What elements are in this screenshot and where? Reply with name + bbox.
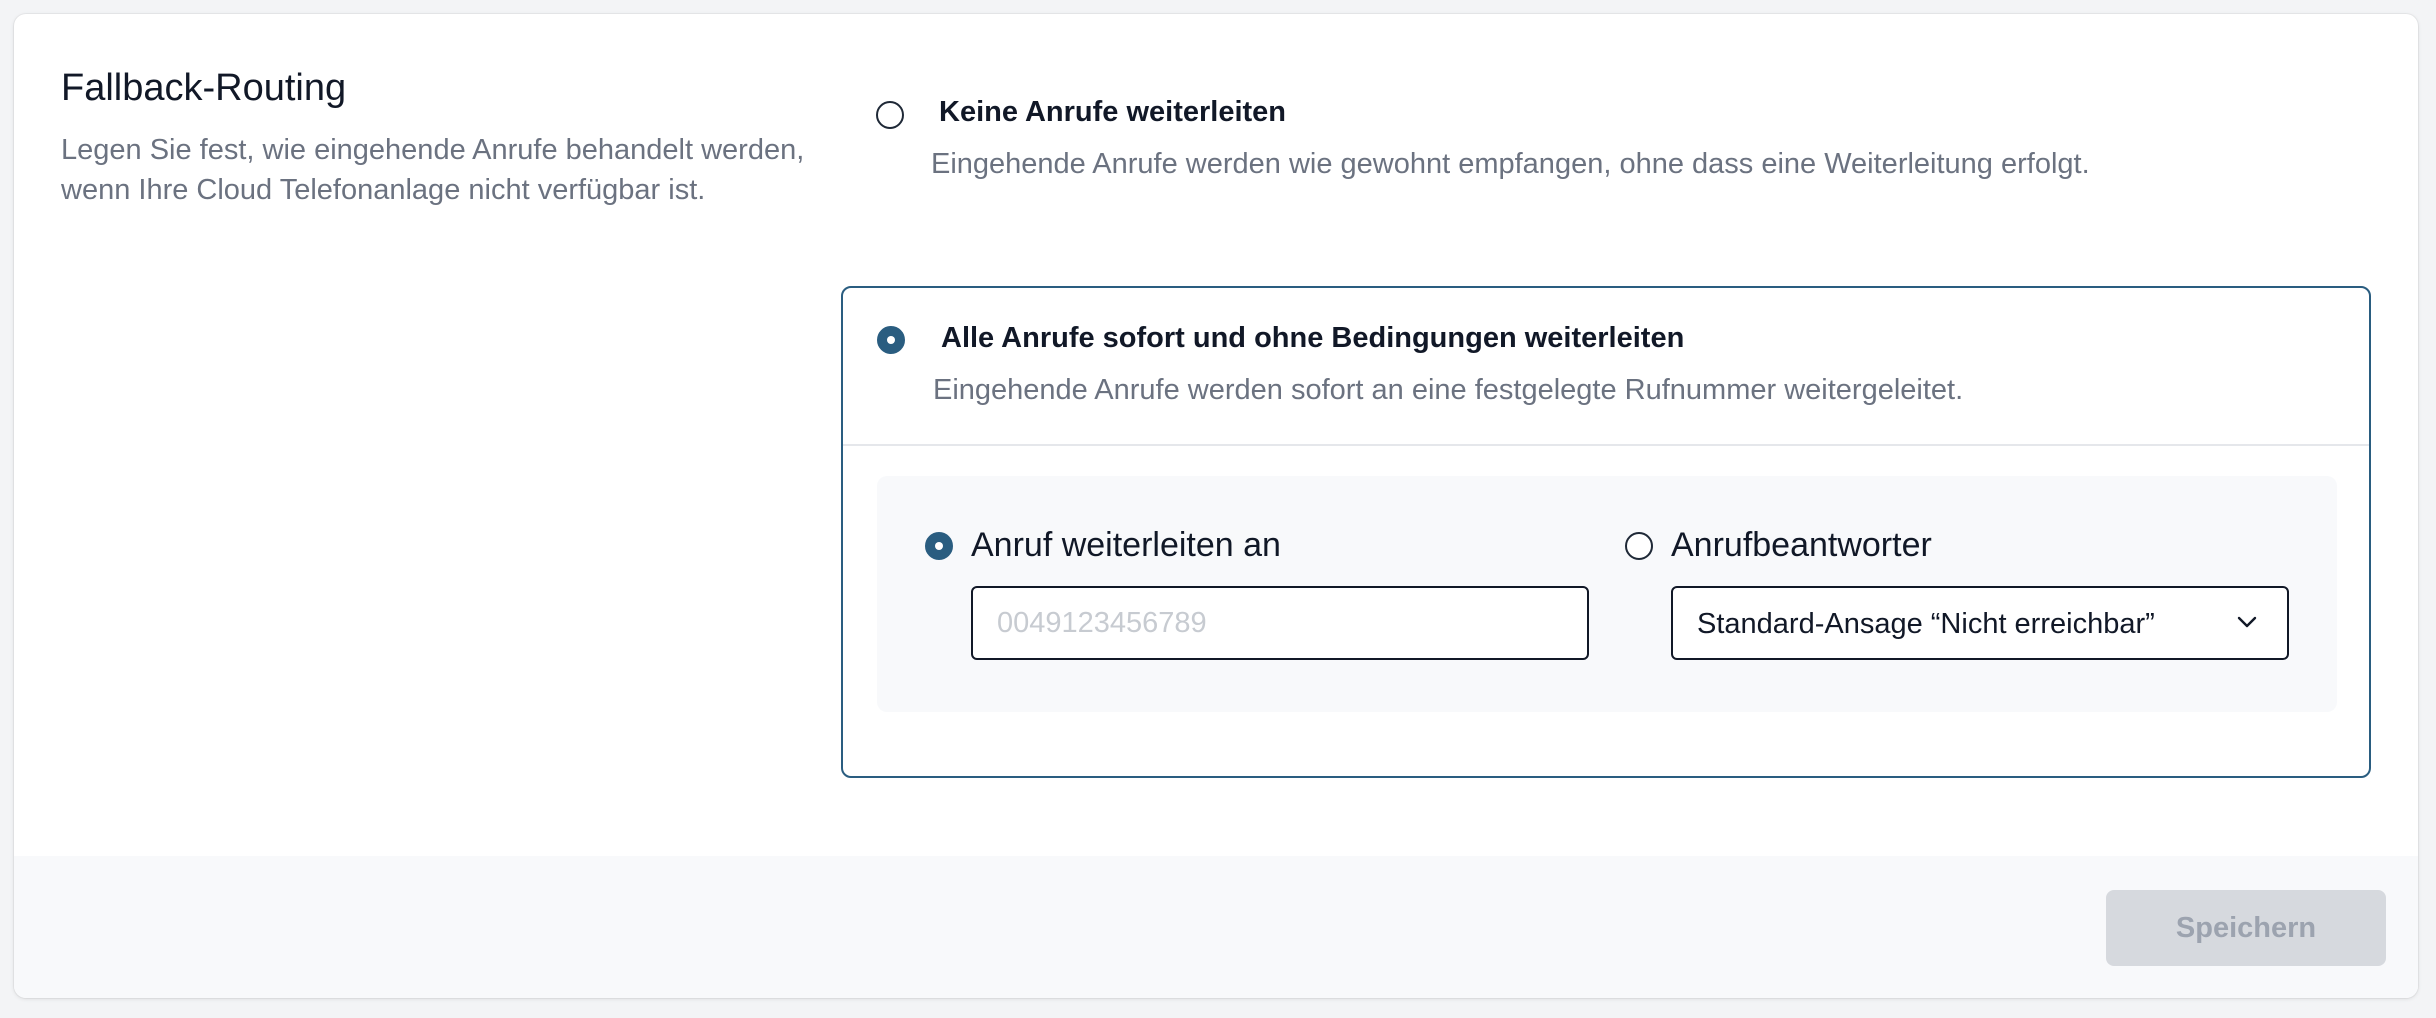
radio-forward-to-number[interactable]: [925, 532, 953, 560]
announcement-select-value: Standard-Ansage “Nicht erreichbar”: [1697, 608, 2155, 640]
radio-voicemail[interactable]: [1625, 532, 1653, 560]
fallback-routing-card: Fallback-Routing Legen Sie fest, wie ein…: [14, 14, 2418, 998]
section-header: Fallback-Routing Legen Sie fest, wie ein…: [61, 64, 821, 210]
section-title: Fallback-Routing: [61, 67, 347, 109]
forward-target-panel: Anruf weiterleiten an Anrufbeantworter S…: [877, 476, 2337, 712]
forward-number-input[interactable]: [971, 586, 1589, 660]
option-forward-all-title: Alle Anrufe sofort und ohne Bedingungen …: [941, 322, 1685, 354]
option-no-forwarding-title: Keine Anrufe weiterleiten: [939, 96, 1287, 128]
radio-no-forwarding[interactable]: [876, 101, 904, 129]
voicemail-label: Anrufbeantworter: [1671, 526, 1932, 564]
divider: [843, 444, 2369, 446]
chevron-down-icon: [2237, 616, 2257, 628]
option-forward-all-description: Eingehende Anrufe werden sofort an eine …: [933, 374, 1964, 406]
save-button[interactable]: Speichern: [2106, 890, 2386, 966]
announcement-select[interactable]: Standard-Ansage “Nicht erreichbar”: [1671, 586, 2289, 660]
forward-to-number-label: Anruf weiterleiten an: [971, 526, 1281, 564]
option-no-forwarding-description: Eingehende Anrufe werden wie gewohnt emp…: [931, 148, 2090, 180]
card-footer: Speichern: [14, 856, 2418, 998]
section-description: Legen Sie fest, wie eingehende Anrufe be…: [61, 134, 805, 206]
option-forward-all-panel[interactable]: Alle Anrufe sofort und ohne Bedingungen …: [841, 286, 2371, 778]
radio-forward-all[interactable]: [877, 326, 905, 354]
